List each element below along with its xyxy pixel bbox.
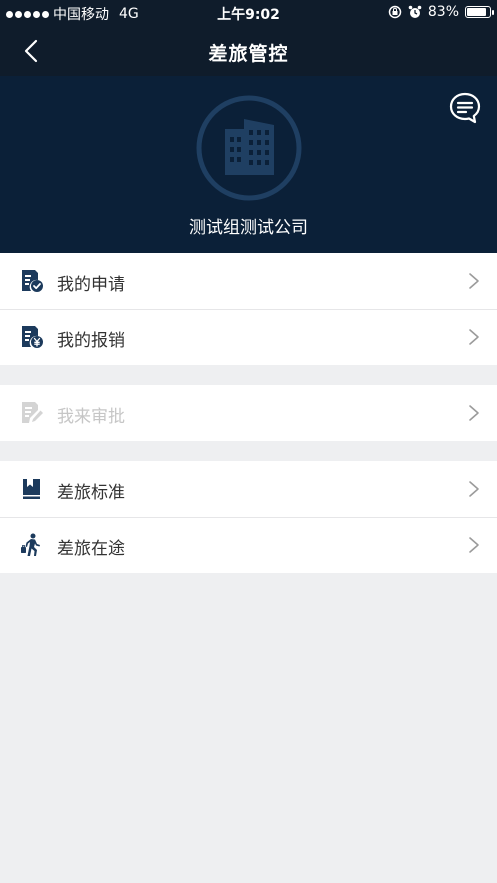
application-doc-icon: [22, 270, 43, 292]
menu-item-my-reimbursement[interactable]: 我的报销: [0, 309, 497, 365]
battery-percent: 83%: [427, 4, 459, 20]
status-right: 83%: [388, 4, 494, 20]
menu-item-travel-in-progress[interactable]: 差旅在途: [0, 517, 497, 573]
reimbursement-doc-icon: [22, 326, 43, 348]
walking-traveler-icon: [21, 533, 40, 556]
orientation-lock-icon: [388, 5, 402, 19]
menu-item-label: 我的报销: [57, 331, 125, 351]
battery-icon: [465, 6, 494, 18]
chevron-right-icon: [469, 273, 479, 289]
menu-item-label: 差旅标准: [57, 483, 125, 503]
company-header: 测试组测试公司: [0, 76, 497, 253]
building-icon: [196, 95, 302, 201]
menu-item-label: 我来审批: [57, 407, 125, 427]
menu-group-travel: 差旅标准 差旅在途: [0, 461, 497, 573]
page-title: 差旅管控: [208, 43, 289, 65]
menu-item-travel-standard[interactable]: 差旅标准: [0, 461, 497, 517]
chevron-right-icon: [469, 481, 479, 497]
chevron-right-icon: [469, 329, 479, 345]
company-name: 测试组测试公司: [189, 218, 308, 238]
menu-item-my-application[interactable]: 我的申请: [0, 253, 497, 309]
menu-item-approval[interactable]: 我来审批: [0, 385, 497, 441]
menu-item-label: 差旅在途: [57, 539, 125, 559]
menu-item-label: 我的申请: [57, 275, 125, 295]
chat-bubble-icon[interactable]: [448, 91, 482, 125]
chevron-right-icon: [469, 405, 479, 421]
menu-group-personal: 我的申请 我的报销: [0, 253, 497, 365]
approval-edit-icon: [22, 402, 43, 423]
menu-group-approval: 我来审批: [0, 385, 497, 441]
nav-bar: 差旅管控: [0, 26, 497, 76]
chevron-right-icon: [469, 537, 479, 553]
alarm-icon: [408, 5, 422, 18]
status-bar: 中国移动 4G 上午9:02 83%: [0, 0, 497, 26]
bookmark-book-icon: [23, 479, 40, 499]
